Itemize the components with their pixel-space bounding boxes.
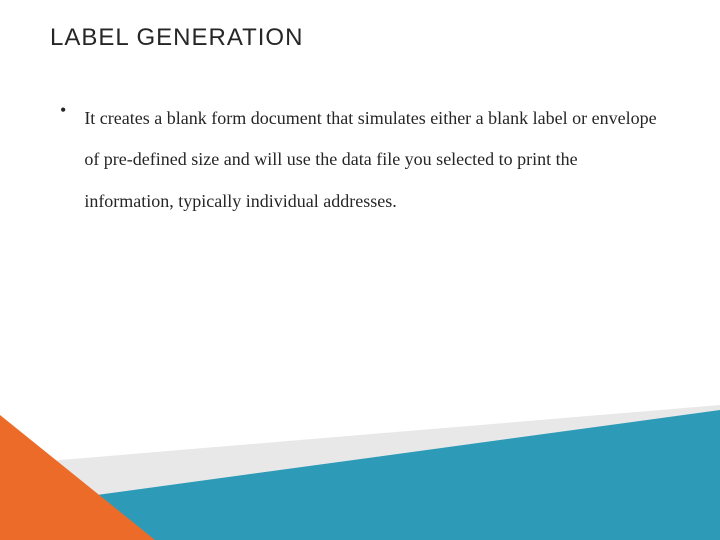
bullet-text: It creates a blank form document that si… bbox=[84, 98, 670, 222]
slide-content: • It creates a blank form document that … bbox=[60, 98, 670, 222]
footer-decoration bbox=[0, 380, 720, 540]
slide-title: LABEL GENERATION bbox=[50, 24, 303, 52]
slide: LABEL GENERATION • It creates a blank fo… bbox=[0, 0, 720, 540]
bullet-marker: • bbox=[60, 100, 66, 121]
bullet-item: • It creates a blank form document that … bbox=[60, 98, 670, 222]
